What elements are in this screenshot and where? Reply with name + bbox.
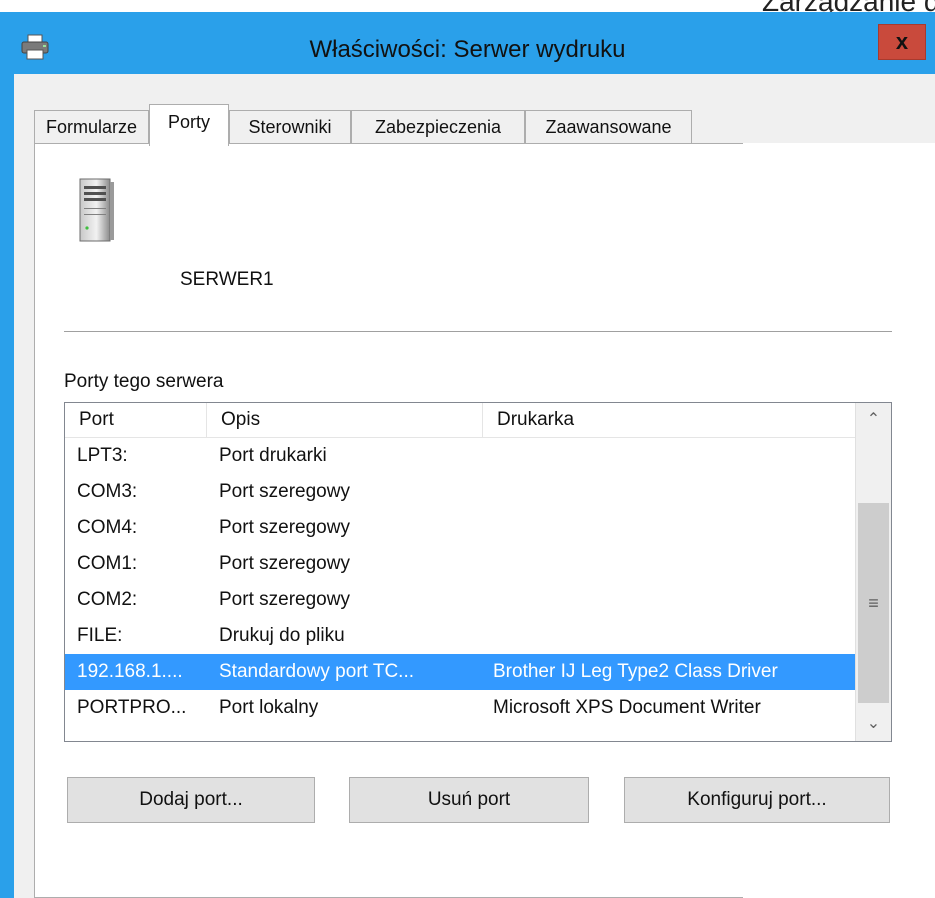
table-row[interactable]: COM2: Port szeregowy — [65, 582, 855, 618]
scroll-up-arrow-icon[interactable]: ⌃ — [856, 403, 891, 437]
column-header-drukarka[interactable]: Drukarka — [483, 403, 855, 437]
table-row[interactable]: FILE: Drukuj do pliku — [65, 618, 855, 654]
add-port-button[interactable]: Dodaj port... — [67, 777, 315, 823]
tab-porty[interactable]: Porty — [149, 104, 229, 146]
description-cell: Port lokalny — [219, 697, 319, 718]
vertical-scrollbar[interactable]: ⌃ ≡ ⌄ — [855, 403, 891, 741]
ports-list[interactable]: Port Opis Drukarka LPT3: Port drukarki C… — [64, 402, 892, 742]
port-cell: FILE: — [77, 625, 123, 646]
printer-cell — [493, 510, 853, 546]
tab-sterowniki[interactable]: Sterowniki — [229, 110, 351, 144]
remove-port-button[interactable]: Usuń port — [349, 777, 589, 823]
description-cell: Drukuj do pliku — [219, 625, 345, 646]
printer-cell — [493, 474, 853, 510]
printer-cell: Brother IJ Leg Type2 Class Driver — [493, 661, 778, 682]
printer-cell — [493, 546, 853, 582]
description-cell: Port szeregowy — [219, 517, 350, 538]
dialog-client-area: Formularze Porty Sterowniki Zabezpieczen… — [14, 74, 935, 898]
scroll-down-arrow-icon[interactable]: ⌄ — [856, 707, 891, 741]
ports-list-label: Porty tego serwera — [64, 371, 224, 392]
port-cell: COM2: — [77, 589, 138, 610]
configure-port-button[interactable]: Konfiguruj port... — [624, 777, 890, 823]
separator — [64, 331, 892, 332]
close-button[interactable]: x — [878, 24, 926, 60]
port-cell: 192.168.1.... — [77, 661, 183, 682]
table-row[interactable]: COM4: Port szeregowy — [65, 510, 855, 546]
grip-icon: ≡ — [868, 593, 879, 613]
tab-zaawansowane[interactable]: Zaawansowane — [525, 110, 692, 144]
port-cell: COM4: — [77, 517, 138, 538]
port-cell: COM3: — [77, 481, 138, 502]
printer-cell — [493, 582, 853, 618]
server-icon — [79, 178, 114, 242]
column-header-port[interactable]: Port — [65, 403, 207, 437]
description-cell: Standardowy port TC... — [219, 661, 415, 682]
table-row-selected[interactable]: 192.168.1.... Standardowy port TC... Bro… — [65, 654, 855, 690]
dialog-window: Właściwości: Serwer wydruku x Formularze… — [0, 12, 935, 898]
table-row[interactable]: COM1: Port szeregowy — [65, 546, 855, 582]
description-cell: Port drukarki — [219, 445, 327, 466]
list-header: Port Opis Drukarka — [65, 403, 855, 438]
title-bar[interactable]: Właściwości: Serwer wydruku x — [0, 12, 935, 82]
printer-cell: Microsoft XPS Document Writer — [493, 697, 761, 718]
port-cell: LPT3: — [77, 445, 128, 466]
table-row[interactable]: LPT3: Port drukarki — [65, 438, 855, 474]
printer-cell — [493, 618, 853, 654]
server-name: SERWER1 — [180, 269, 274, 290]
description-cell: Port szeregowy — [219, 481, 350, 502]
printer-cell — [493, 438, 853, 474]
port-cell: PORTPRO... — [77, 697, 187, 718]
description-cell: Port szeregowy — [219, 553, 350, 574]
table-row[interactable]: PORTPRO... Port lokalny Microsoft XPS Do… — [65, 690, 855, 726]
tab-zabezpieczenia[interactable]: Zabezpieczenia — [351, 110, 525, 144]
description-cell: Port szeregowy — [219, 589, 350, 610]
tab-formularze[interactable]: Formularze — [34, 110, 149, 144]
port-cell: COM1: — [77, 553, 138, 574]
column-header-opis[interactable]: Opis — [207, 403, 483, 437]
window-title: Właściwości: Serwer wydruku — [309, 36, 626, 63]
table-row[interactable]: COM3: Port szeregowy — [65, 474, 855, 510]
scrollbar-thumb[interactable]: ≡ — [858, 503, 889, 703]
